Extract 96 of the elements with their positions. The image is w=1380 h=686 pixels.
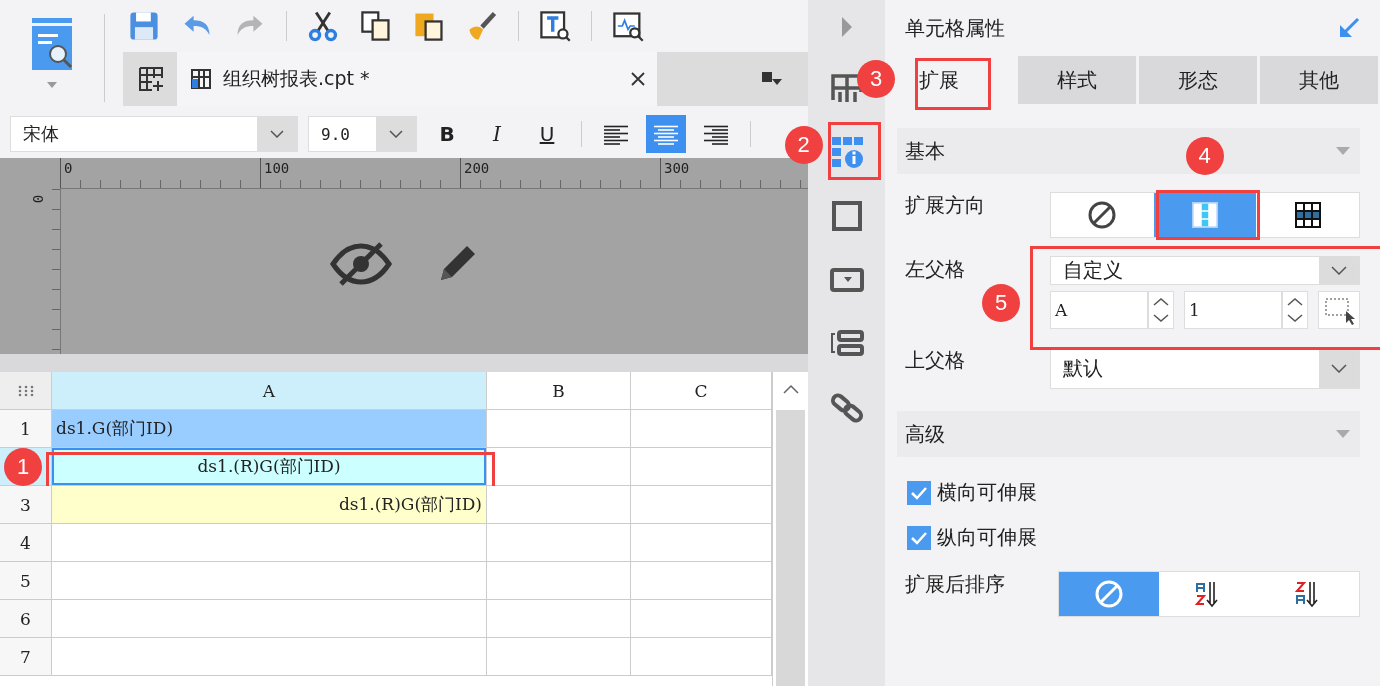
- table-cell[interactable]: [52, 524, 487, 562]
- section-title: 高级: [905, 420, 945, 448]
- chevron-down-icon: [389, 130, 403, 138]
- column-header[interactable]: A: [52, 372, 487, 410]
- file-title: 组织树报表.cpt *: [223, 66, 371, 91]
- field-label: 左父格: [904, 256, 966, 283]
- expand-arrow-icon[interactable]: [840, 16, 853, 38]
- italic-button[interactable]: I: [477, 116, 517, 152]
- text-search-icon[interactable]: [538, 9, 572, 43]
- table-cell[interactable]: [487, 410, 631, 448]
- align-center-icon: [653, 123, 679, 145]
- new-report-icon[interactable]: [137, 65, 165, 93]
- report-file-icon: [189, 67, 213, 91]
- row-header[interactable]: 7: [0, 638, 52, 676]
- annotation-frame: [827, 122, 881, 180]
- collapse-arrow-icon[interactable]: [1338, 17, 1360, 39]
- table-cell[interactable]: [487, 638, 631, 676]
- panel-tab[interactable]: 样式: [1018, 56, 1136, 104]
- cell-picker-button[interactable]: [1318, 291, 1360, 329]
- table-cell[interactable]: [631, 486, 772, 524]
- bold-button[interactable]: B: [427, 116, 467, 152]
- field-label: 上父格: [904, 347, 966, 374]
- table-cell[interactable]: [487, 600, 631, 638]
- caret-icon[interactable]: [47, 82, 57, 88]
- panel-title: 单元格属性: [905, 14, 1005, 42]
- top-parent-dropdown[interactable]: 默认: [1050, 347, 1360, 389]
- table-cell[interactable]: ds1.G(部门ID): [52, 410, 487, 448]
- link-icon[interactable]: [828, 390, 865, 426]
- ruler-label: 100: [263, 160, 290, 176]
- row-header[interactable]: 1: [0, 410, 52, 448]
- table-cell[interactable]: ds1.(R)G(部门ID): [52, 486, 487, 524]
- section-title: 基本: [905, 137, 945, 165]
- table-cell[interactable]: [52, 638, 487, 676]
- column-header[interactable]: C: [631, 372, 772, 410]
- no-sign-icon: [1094, 579, 1124, 609]
- field-label: 扩展方向: [904, 192, 986, 219]
- chevron-down-icon: [270, 130, 284, 138]
- align-right-icon: [703, 123, 729, 145]
- table-cell[interactable]: [631, 448, 772, 486]
- grid-dots-icon: [17, 384, 34, 397]
- table-cell[interactable]: [487, 486, 631, 524]
- ruler-label: 200: [463, 160, 490, 176]
- ruler-label: 300: [663, 160, 690, 176]
- section-header[interactable]: 高级: [897, 411, 1360, 457]
- row-header[interactable]: 3: [0, 486, 52, 524]
- left-parent-dropdown[interactable]: 自定义: [1050, 256, 1360, 285]
- column-grid-icon: [1190, 200, 1220, 230]
- field-label: 扩展后排序: [904, 571, 1006, 598]
- column-header[interactable]: B: [487, 372, 631, 410]
- table-cell[interactable]: [631, 638, 772, 676]
- caret-icon: [1336, 147, 1350, 155]
- font-size-dropdown[interactable]: 9.0: [308, 116, 417, 152]
- table-cell[interactable]: [631, 410, 772, 448]
- annotation-badge: 5: [982, 284, 1020, 322]
- table-cell[interactable]: [52, 600, 487, 638]
- chart-search-icon[interactable]: [611, 9, 645, 43]
- checkbox-label: 横向可伸展: [937, 479, 1037, 506]
- row-header[interactable]: 4: [0, 524, 52, 562]
- report-icon[interactable]: [30, 18, 74, 70]
- row-header[interactable]: 5: [0, 562, 52, 600]
- checkbox-label: 纵向可伸展: [937, 524, 1037, 551]
- copy-icon[interactable]: [359, 9, 393, 43]
- eye-slash-icon[interactable]: [328, 239, 393, 288]
- file-tab[interactable]: 组织树报表.cpt *: [177, 52, 657, 106]
- no-sign-icon: [1087, 200, 1118, 230]
- column-input[interactable]: A: [1050, 291, 1148, 329]
- row-input[interactable]: 1: [1184, 291, 1282, 329]
- table-cell[interactable]: [52, 562, 487, 600]
- underline-button[interactable]: U: [527, 116, 567, 152]
- save-icon[interactable]: [127, 9, 161, 43]
- table-cell[interactable]: [631, 524, 772, 562]
- scrollbar-track[interactable]: [776, 410, 805, 686]
- panel-tab[interactable]: 形态: [1139, 56, 1257, 104]
- panel-tab[interactable]: 其他: [1260, 56, 1378, 104]
- ruler-label: 0: [63, 160, 73, 176]
- table-cell[interactable]: [631, 562, 772, 600]
- checkbox[interactable]: [907, 480, 931, 505]
- stepper-button[interactable]: [1148, 291, 1174, 329]
- table-cell[interactable]: [487, 562, 631, 600]
- ruler-label: 0: [30, 194, 47, 204]
- table-cell[interactable]: [487, 448, 631, 486]
- caret-icon: [1336, 430, 1350, 438]
- chevron-down-icon: [1331, 363, 1347, 373]
- checkbox[interactable]: [907, 525, 931, 550]
- align-left-icon: [603, 123, 629, 145]
- chevron-down-icon: [1331, 266, 1347, 275]
- scissors-icon[interactable]: [306, 9, 340, 43]
- table-cell[interactable]: [487, 524, 631, 562]
- stepper-button[interactable]: [1282, 291, 1308, 329]
- annotation-badge: 2: [784, 126, 823, 164]
- font-dropdown[interactable]: 宋体: [10, 116, 298, 152]
- row-grid-icon: [1292, 200, 1323, 230]
- close-icon[interactable]: [631, 72, 645, 86]
- table-cell[interactable]: [631, 600, 772, 638]
- row-header[interactable]: 6: [0, 600, 52, 638]
- align-center-button[interactable]: [646, 115, 686, 153]
